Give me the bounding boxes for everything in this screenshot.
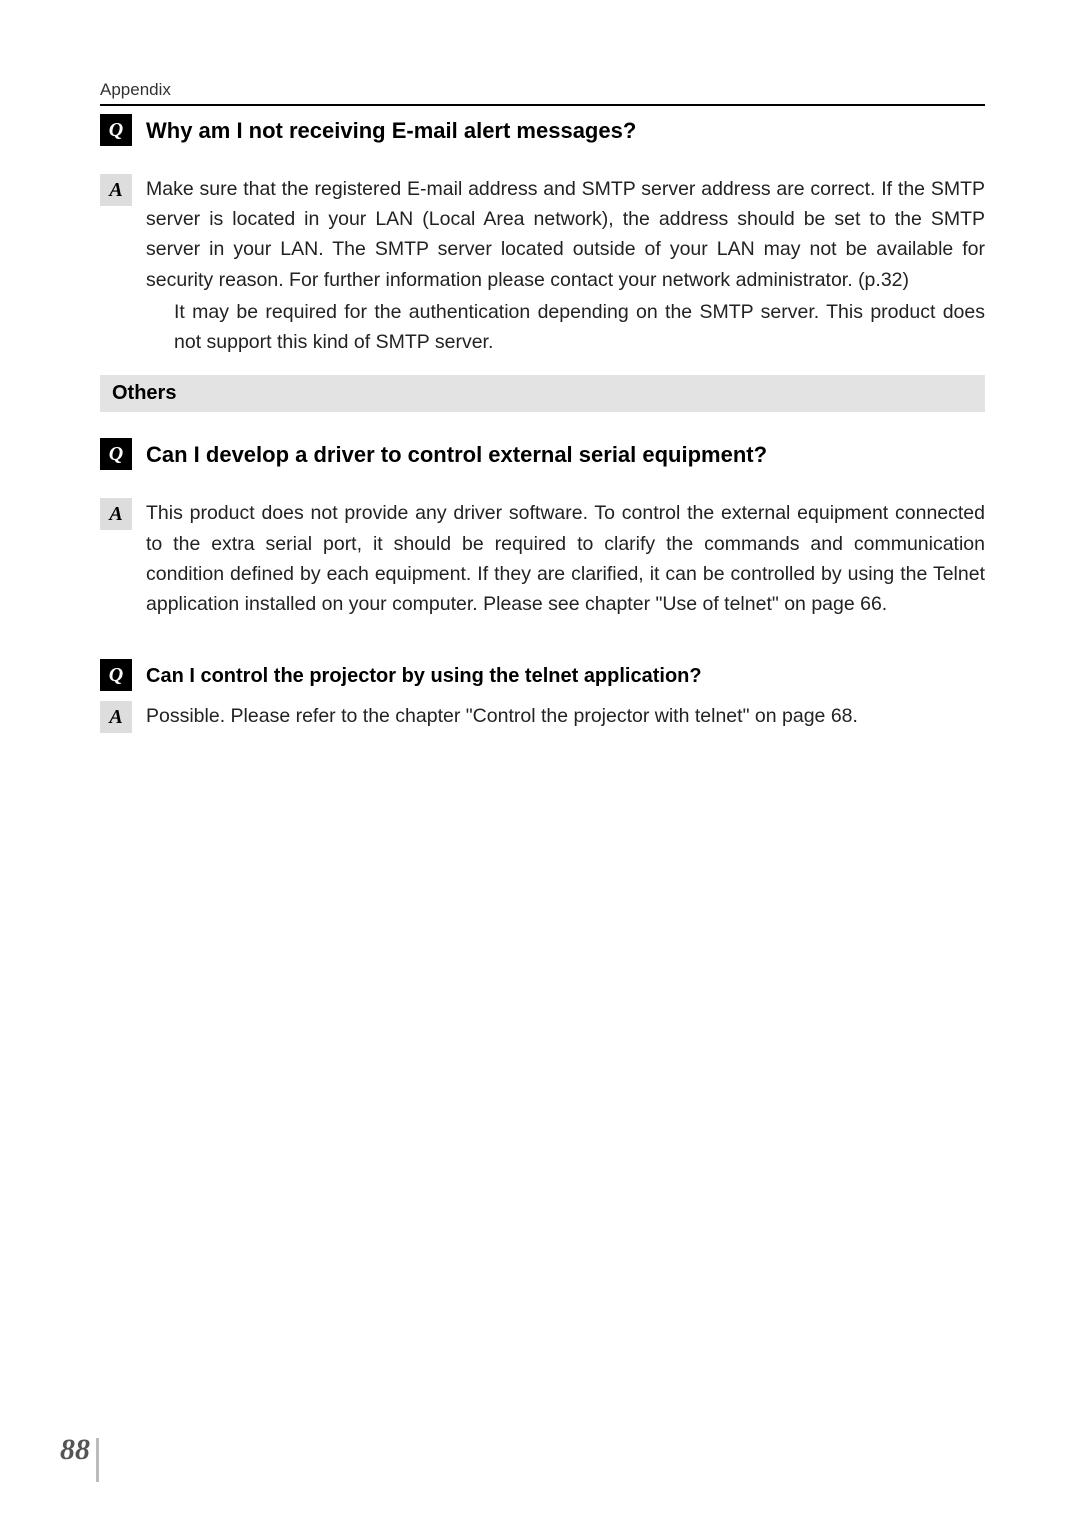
qa3-question-block: Q Can I control the projector by using t…: [100, 659, 985, 691]
qa1-question-block: Q Why am I not receiving E-mail alert me…: [100, 114, 985, 146]
qa3-answer-block: A Possible. Please refer to the chapter …: [100, 701, 985, 733]
qa2-answer-block: A This product does not provide any driv…: [100, 498, 985, 619]
document-page: Appendix Q Why am I not receiving E-mail…: [0, 0, 1080, 1529]
header-divider: [100, 104, 985, 106]
qa1-answer-block: A Make sure that the registered E-mail a…: [100, 174, 985, 357]
question-badge-icon: Q: [100, 114, 132, 146]
answer-badge-icon: A: [100, 498, 132, 530]
question-badge-icon: Q: [100, 659, 132, 691]
answer-badge-icon: A: [100, 174, 132, 206]
qa2-question-block: Q Can I develop a driver to control exte…: [100, 438, 985, 470]
qa3-answer-text: Possible. Please refer to the chapter "C…: [146, 701, 985, 731]
header-section-label: Appendix: [100, 80, 985, 100]
answer-badge-icon: A: [100, 701, 132, 733]
qa1-answer-main: Make sure that the registered E-mail add…: [146, 174, 985, 295]
page-number: 88: [60, 1430, 99, 1474]
qa2-question-text: Can I develop a driver to control extern…: [146, 441, 767, 470]
section-others-header: Others: [100, 375, 985, 412]
question-badge-icon: Q: [100, 438, 132, 470]
page-number-value: 88: [60, 1433, 90, 1466]
qa2-answer-text: This product does not provide any driver…: [146, 498, 985, 619]
qa3-question-text: Can I control the projector by using the…: [146, 663, 702, 689]
qa1-question-text: Why am I not receiving E-mail alert mess…: [146, 117, 636, 146]
page-number-bar-icon: [96, 1438, 99, 1482]
qa1-answer-sub: It may be required for the authenticatio…: [174, 297, 985, 357]
